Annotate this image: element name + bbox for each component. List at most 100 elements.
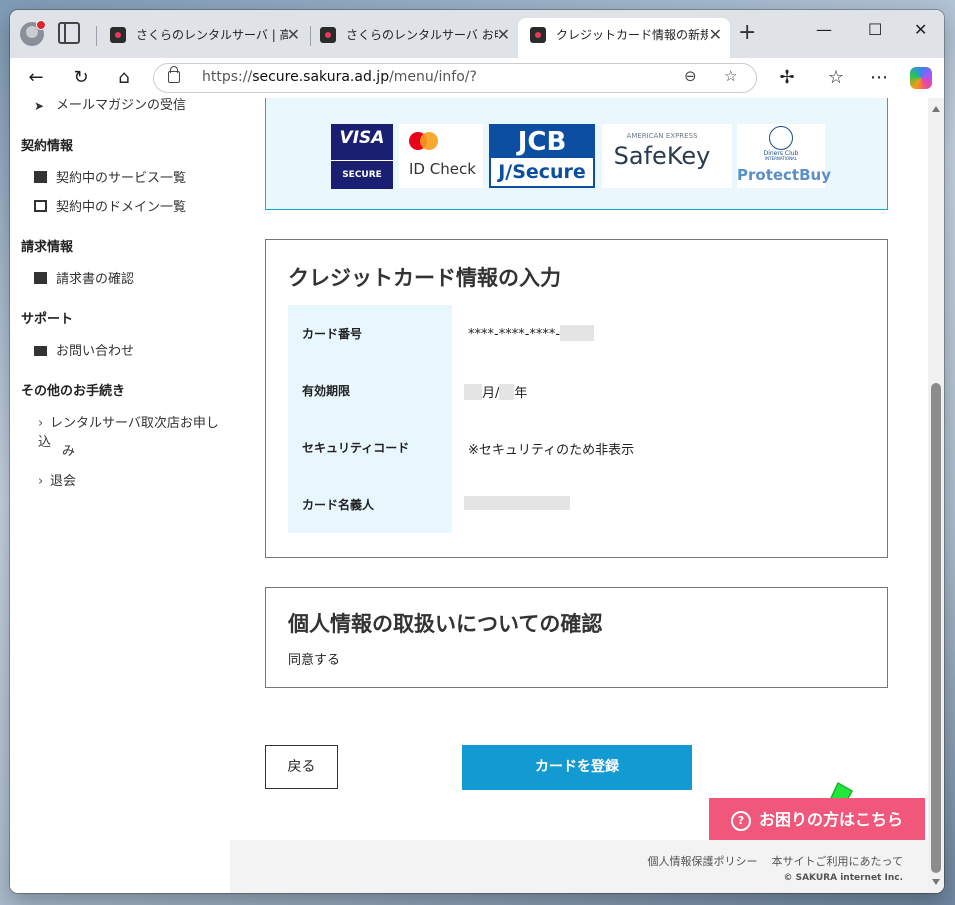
footer-links: 個人情報保護ポリシー 本サイトご利用にあたって [634, 853, 903, 869]
vertical-scrollbar[interactable] [928, 98, 944, 893]
visa-secure-logo: VISA SECURE [331, 124, 393, 189]
sidebar-item-contact[interactable]: お問い合わせ [34, 340, 134, 359]
tab-close-icon[interactable]: ✕ [709, 18, 722, 52]
profile-avatar-icon[interactable] [20, 20, 46, 46]
protectbuy-text: ProtectBuy [737, 166, 831, 184]
diners-emblem-icon [769, 126, 793, 150]
cardholder-value [464, 496, 570, 511]
tab-sakura-top[interactable]: さくらのレンタルサーバ | 高速・安定 ✕ [98, 18, 308, 58]
expiry-year-suffix: 年 [514, 386, 528, 401]
scroll-down-icon[interactable] [932, 879, 940, 885]
sidebar-heading-contract: 契約情報 [21, 139, 74, 154]
question-icon: ? [730, 811, 751, 831]
privacy-policy-link[interactable]: 個人情報保護ポリシー [648, 855, 758, 868]
envelope-icon [34, 346, 47, 356]
favorites-icon[interactable]: ☆ [823, 65, 849, 91]
url-path: /menu/info/? [389, 69, 477, 85]
sidebar-item-label: 契約中のドメイン一覧 [56, 200, 187, 215]
notification-dot-icon [36, 20, 46, 30]
address-bar[interactable]: https://secure.sakura.ad.jp/menu/info/? … [153, 63, 757, 93]
sidebar-heading-support: サポート [21, 312, 74, 327]
main-content: VISA SECURE ID Check JCB J/Secure AMERIC… [230, 98, 928, 893]
more-icon[interactable]: ⋯ [866, 65, 892, 91]
url-text[interactable]: https://secure.sakura.ad.jp/menu/info/? [202, 69, 477, 85]
amex-safekey-logo: AMERICAN EXPRESS SafeKey [602, 124, 732, 188]
new-tab-icon[interactable]: + [738, 20, 756, 45]
minimize-icon[interactable]: — [816, 20, 832, 39]
sidebar-item-label: 請求書の確認 [56, 272, 135, 287]
credit-card-section: クレジットカード情報の入力 カード番号 ****-****-****- 有効期限… [265, 239, 888, 558]
sidebar-item-mail-magazine[interactable]: ➤ メールマガジンの受信 [34, 98, 186, 113]
card-number-value: ****-****-****- [468, 325, 595, 342]
tab-title: さくらのレンタルサーバ | 高速・安定 [136, 28, 288, 42]
table-row: カード名義人 [288, 476, 866, 533]
sakura-favicon-icon [530, 27, 546, 43]
tab-close-icon[interactable]: ✕ [287, 18, 300, 52]
expiry-label: 有効期限 [288, 362, 452, 419]
star-icon[interactable]: ☆ [724, 67, 737, 85]
tab-sakura-apply[interactable]: さくらのレンタルサーバ お申し込み ✕ [308, 18, 518, 58]
zoom-icon[interactable]: ⊖ [684, 67, 697, 85]
cardholder-label: カード名義人 [288, 476, 452, 533]
sidebar: ➤ メールマガジンの受信 契約情報 契約中のサービス一覧 契約中のドメイン一覧 請… [10, 98, 231, 893]
redacted-block [464, 496, 570, 510]
copilot-icon[interactable] [910, 67, 932, 89]
sidebar-item-cancel[interactable]: › 退会 [38, 470, 76, 489]
redacted-block [464, 384, 482, 400]
scrollbar-thumb[interactable] [931, 383, 941, 873]
window-icon [34, 200, 47, 212]
sidebar-item-label: お問い合わせ [56, 344, 135, 359]
help-label: お困りの方はこちら [758, 810, 903, 829]
extensions-icon[interactable]: ✢ [774, 65, 800, 91]
sidebar-item-label: 契約中のサービス一覧 [56, 171, 187, 186]
privacy-consent-value: 同意する [288, 653, 341, 668]
back-button[interactable]: 戻る [265, 745, 338, 789]
visa-secure-text: SECURE [331, 160, 393, 189]
help-button[interactable]: ? お困りの方はこちら [709, 798, 925, 842]
sidebar-item-label: 退会 [50, 474, 77, 489]
server-icon [34, 171, 47, 183]
privacy-title: 個人情報の取扱いについての確認 [288, 612, 603, 636]
tab-separator [96, 26, 97, 46]
lock-icon[interactable] [168, 66, 180, 83]
privacy-section: 個人情報の取扱いについての確認 同意する [265, 587, 888, 688]
copyright: © SAKURA internet Inc. [783, 873, 903, 883]
sidebar-item-services[interactable]: 契約中のサービス一覧 [34, 167, 186, 186]
card-number-label: カード番号 [288, 305, 452, 362]
sakura-favicon-icon [110, 27, 126, 43]
chevron-right-icon: › [38, 474, 44, 489]
diners-intl-text: INTERNATIONAL [764, 156, 798, 161]
maximize-icon[interactable]: ☐ [868, 20, 882, 39]
tab-title: さくらのレンタルサーバ お申し込み [346, 28, 498, 42]
safekey-text: SafeKey [613, 142, 711, 170]
back-icon[interactable]: ← [23, 65, 49, 91]
sidebar-item-domains[interactable]: 契約中のドメイン一覧 [34, 196, 186, 215]
visa-text: VISA [339, 128, 385, 148]
sidebar-item-invoice[interactable]: 請求書の確認 [34, 268, 134, 287]
card-number-mask: ****-****-****- [468, 327, 561, 342]
tab-actions-icon[interactable] [58, 22, 80, 44]
tab-strip: さくらのレンタルサーバ | 高速・安定 ✕ さくらのレンタルサーバ お申し込み … [10, 10, 944, 58]
tab-close-icon[interactable]: ✕ [497, 18, 510, 52]
security-code-label: セキュリティコード [288, 419, 452, 476]
expiry-value: 月/年 [464, 382, 527, 401]
jcb-jsecure-logo: JCB J/Secure [489, 124, 595, 188]
terms-link[interactable]: 本サイトご利用にあたって [772, 855, 903, 868]
secure-brands-box: VISA SECURE ID Check JCB J/Secure AMERIC… [265, 98, 888, 210]
window-close-icon[interactable]: ✕ [914, 20, 927, 39]
tab-credit-card[interactable]: クレジットカード情報の新規登録 ✕ [518, 18, 730, 58]
home-icon[interactable]: ⌂ [111, 65, 137, 91]
jsecure-text: J/Secure [498, 161, 586, 183]
register-card-button[interactable]: カードを登録 [462, 745, 692, 790]
redacted-block [560, 325, 595, 341]
table-row: セキュリティコード ※セキュリティのため非表示 [288, 419, 866, 476]
browser-window: さくらのレンタルサーバ | 高速・安定 ✕ さくらのレンタルサーバ お申し込み … [10, 10, 944, 893]
jcb-text: JCB [491, 126, 593, 158]
sakura-favicon-icon [320, 27, 336, 43]
sidebar-item-reseller-cont[interactable]: み [62, 440, 75, 459]
scroll-up-icon[interactable] [932, 106, 940, 112]
chevron-right-icon: › [38, 416, 44, 431]
refresh-icon[interactable]: ↻ [68, 65, 94, 91]
idcheck-text: ID Check [409, 160, 476, 178]
paper-plane-icon: ➤ [34, 99, 45, 113]
